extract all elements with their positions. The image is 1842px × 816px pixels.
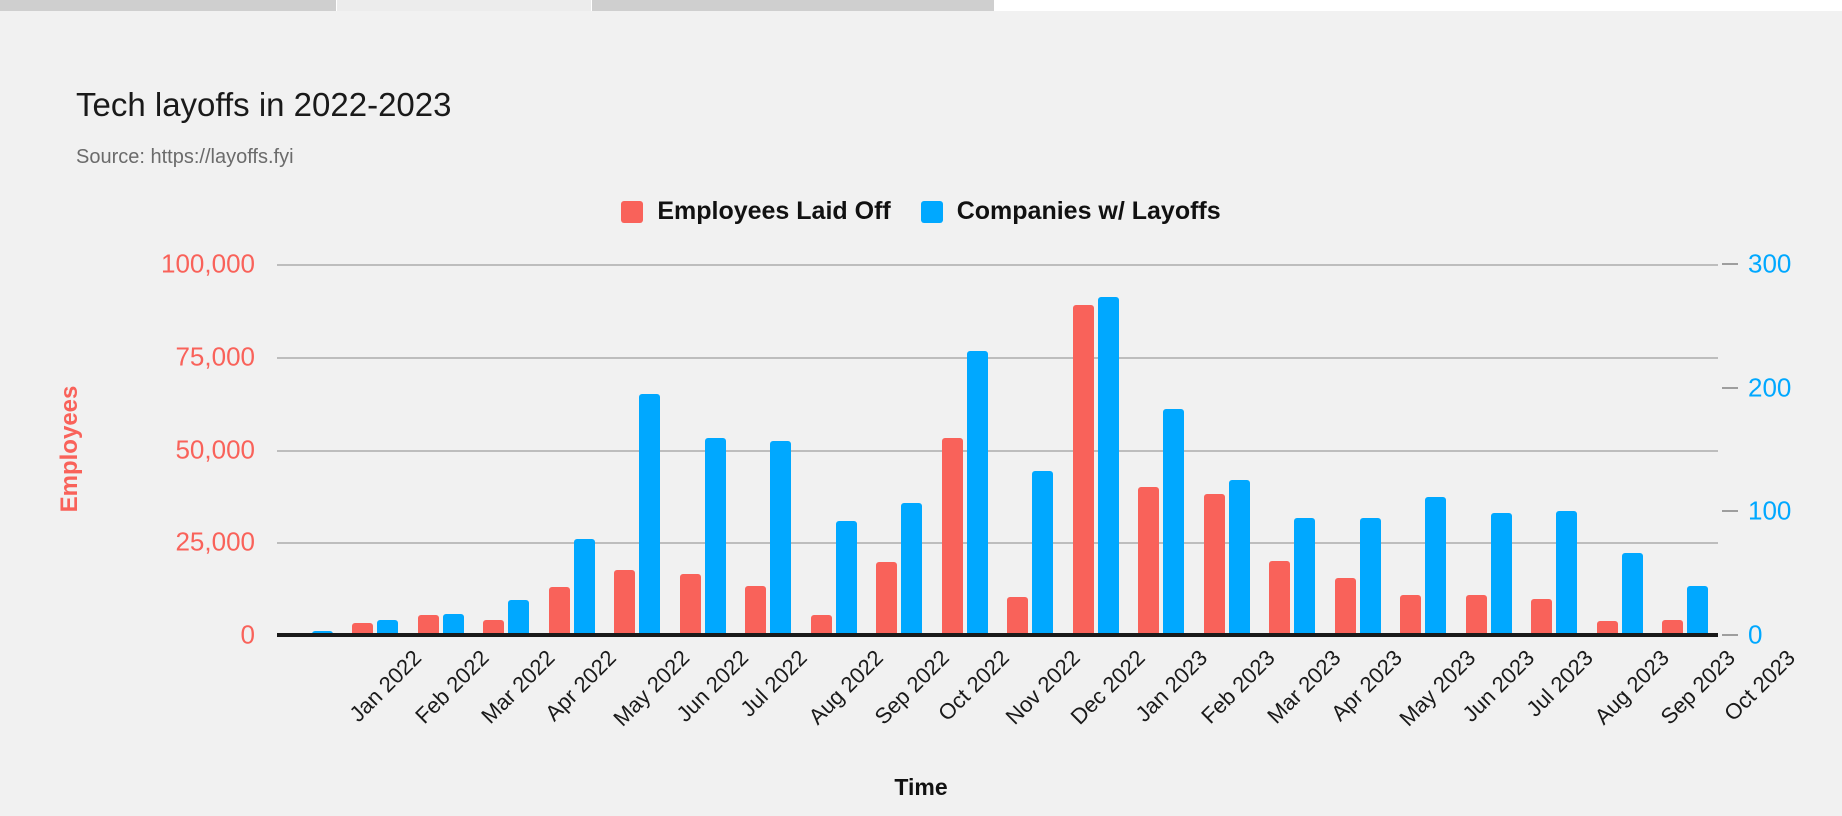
y-axis-left-tick: 50,000 xyxy=(175,434,255,464)
bar-employees-laid-off[interactable] xyxy=(548,586,570,635)
y-axis-right-tickmark xyxy=(1722,386,1738,389)
bar-companies-with-layoffs[interactable] xyxy=(1425,496,1447,635)
browser-tab-4 xyxy=(994,0,1842,11)
bar-group xyxy=(1260,264,1326,635)
bar-group xyxy=(1129,264,1195,635)
bar-companies-with-layoffs[interactable] xyxy=(1228,480,1250,635)
bar-companies-with-layoffs[interactable] xyxy=(704,438,726,635)
chart-page-surface: Tech layoffs in 2022-2023 Source: https:… xyxy=(0,11,1842,816)
y-axis-right-tickmark xyxy=(1722,634,1738,636)
browser-tab-strip xyxy=(0,0,1842,11)
bar-employees-laid-off[interactable] xyxy=(1531,599,1553,635)
bar-group xyxy=(474,264,540,635)
bar-companies-with-layoffs[interactable] xyxy=(1556,511,1578,635)
legend-swatch-icon xyxy=(920,200,943,223)
y-axis-right-tickmark xyxy=(1722,263,1738,265)
bar-employees-laid-off[interactable] xyxy=(1269,560,1291,635)
bar-group xyxy=(343,264,409,635)
bar-group xyxy=(736,264,802,635)
bar-employees-laid-off[interactable] xyxy=(1138,486,1160,635)
bar-companies-with-layoffs[interactable] xyxy=(1490,512,1512,635)
y-axis-right-tick: 100 xyxy=(1748,495,1792,526)
bar-employees-laid-off[interactable] xyxy=(1203,494,1225,635)
bar-group xyxy=(1522,264,1588,635)
bar-group xyxy=(998,264,1064,635)
legend-label: Employees Laid Off xyxy=(657,197,891,225)
bar-employees-laid-off[interactable] xyxy=(941,438,963,635)
bar-employees-laid-off[interactable] xyxy=(614,570,636,635)
bar-employees-laid-off[interactable] xyxy=(1334,577,1356,635)
bar-group xyxy=(1194,264,1260,635)
bar-group xyxy=(605,264,671,635)
bar-group xyxy=(867,264,933,635)
y-axis-left-tick: 75,000 xyxy=(175,341,255,372)
y-axis-right-tick: 300 xyxy=(1748,248,1792,279)
bar-companies-with-layoffs[interactable] xyxy=(442,613,464,635)
bar-employees-laid-off[interactable] xyxy=(679,574,701,635)
bar-companies-with-layoffs[interactable] xyxy=(1097,297,1119,635)
bar-employees-laid-off[interactable] xyxy=(1400,594,1422,635)
bar-group xyxy=(670,264,736,635)
bar-group xyxy=(1587,264,1653,635)
bar-companies-with-layoffs[interactable] xyxy=(770,440,792,635)
bar-employees-laid-off[interactable] xyxy=(876,561,898,635)
bar-group xyxy=(1063,264,1129,635)
plot-area xyxy=(277,264,1718,635)
bar-companies-with-layoffs[interactable] xyxy=(966,350,988,635)
bar-companies-with-layoffs[interactable] xyxy=(573,538,595,635)
chart-source-caption: Source: https://layoffs.fyi xyxy=(76,146,294,168)
bar-companies-with-layoffs[interactable] xyxy=(1621,553,1643,635)
bar-group xyxy=(1653,264,1719,635)
bar-group xyxy=(408,264,474,635)
bar-employees-laid-off[interactable] xyxy=(1465,594,1487,635)
legend-item-2[interactable]: Companies w/ Layoffs xyxy=(920,197,1221,226)
bar-group xyxy=(801,264,867,635)
bar-group xyxy=(932,264,998,635)
bar-group xyxy=(539,264,605,635)
bar-group xyxy=(1391,264,1457,635)
x-axis-baseline xyxy=(277,633,1718,637)
y-axis-left-tick: 25,000 xyxy=(175,526,255,557)
browser-tab-3[interactable] xyxy=(591,0,995,11)
bar-companies-with-layoffs[interactable] xyxy=(1359,517,1381,635)
bar-companies-with-layoffs[interactable] xyxy=(835,521,857,635)
page-title: Tech layoffs in 2022-2023 xyxy=(76,86,452,123)
bar-group xyxy=(1325,264,1391,635)
bar-companies-with-layoffs[interactable] xyxy=(1687,585,1709,635)
legend-label: Companies w/ Layoffs xyxy=(956,197,1221,225)
x-axis-title: Time xyxy=(894,774,948,800)
y-axis-left-title: Employees xyxy=(56,385,83,513)
bar-employees-laid-off[interactable] xyxy=(1007,597,1029,635)
bar-employees-laid-off[interactable] xyxy=(1072,304,1094,635)
bar-group xyxy=(1456,264,1522,635)
y-axis-left-tick: 0 xyxy=(240,619,255,650)
bar-employees-laid-off[interactable] xyxy=(810,614,832,635)
y-axis-left-tick: 100,000 xyxy=(161,248,255,279)
bar-companies-with-layoffs[interactable] xyxy=(1032,470,1054,635)
chart-legend: Employees Laid Off Companies w/ Layoffs xyxy=(0,197,1842,226)
bar-employees-laid-off[interactable] xyxy=(745,586,767,635)
bar-companies-with-layoffs[interactable] xyxy=(639,393,661,635)
bar-companies-with-layoffs[interactable] xyxy=(1163,408,1185,635)
bar-companies-with-layoffs[interactable] xyxy=(901,502,923,635)
legend-swatch-icon xyxy=(621,200,644,223)
legend-item-1[interactable]: Employees Laid Off xyxy=(621,197,891,226)
bar-companies-with-layoffs[interactable] xyxy=(508,600,530,635)
bar-group xyxy=(277,264,343,635)
y-axis-right-tickmark xyxy=(1722,510,1738,513)
bar-companies-with-layoffs[interactable] xyxy=(1294,517,1316,635)
y-axis-right-tick: 200 xyxy=(1748,372,1792,403)
browser-tab-1[interactable] xyxy=(0,0,338,11)
browser-tab-2[interactable] xyxy=(337,0,592,11)
y-axis-right-tick: 0 xyxy=(1748,619,1763,650)
